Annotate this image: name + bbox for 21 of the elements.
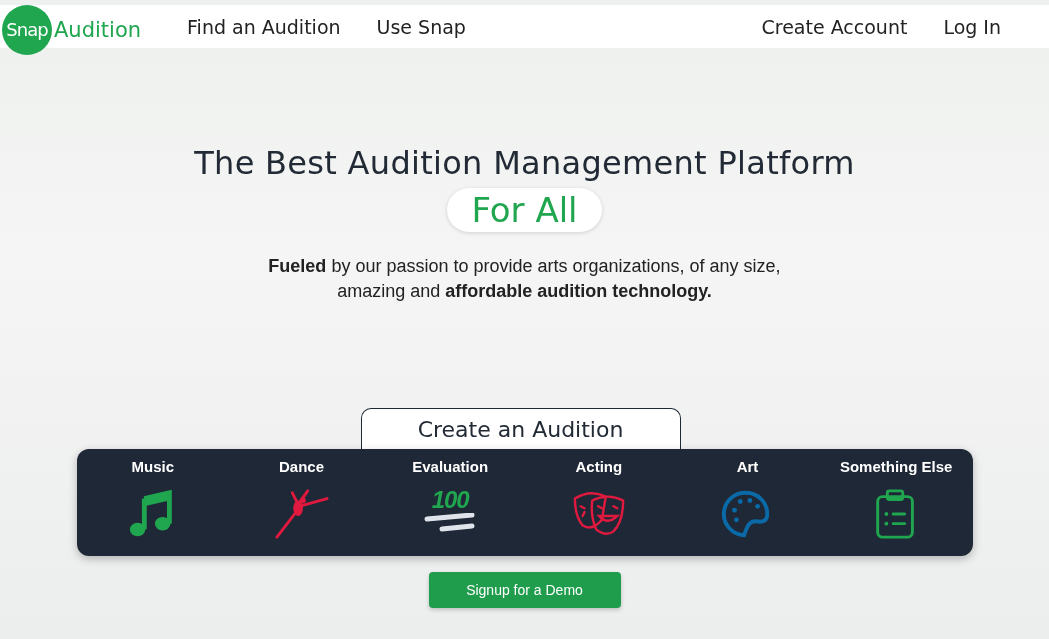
hero-title: The Best Audition Management Platform <box>194 144 855 182</box>
demo-button[interactable]: Signup for a Demo <box>428 572 621 608</box>
category-label: Music <box>131 458 175 475</box>
create-tab[interactable]: Create an Audition <box>360 408 681 449</box>
category-item[interactable]: Dance <box>227 449 376 556</box>
category-item[interactable]: Art <box>673 449 822 556</box>
category-item[interactable]: Evaluation 100 <box>375 449 525 556</box>
category-label: Art <box>736 458 759 475</box>
category-item[interactable]: Something Else <box>821 449 971 556</box>
category-label: Evaluation <box>412 458 489 475</box>
nav-link[interactable]: Log In <box>943 15 1001 38</box>
nav-link[interactable]: Use Snap <box>376 15 466 38</box>
tagline: Fueled by our passion to provide arts organizations, of any size, amazing and affordable audition technology. <box>267 255 782 303</box>
nav-link[interactable]: Create Account <box>761 15 908 38</box>
highlight-pill: For All <box>447 188 602 232</box>
category-item[interactable]: Music <box>78 449 228 556</box>
category-label: Dance <box>278 458 324 475</box>
nav-link[interactable]: Find an Audition <box>187 15 341 38</box>
category-label: Acting <box>575 458 623 475</box>
category-label: Something Else <box>839 458 953 475</box>
category-item[interactable]: Acting <box>524 449 674 556</box>
